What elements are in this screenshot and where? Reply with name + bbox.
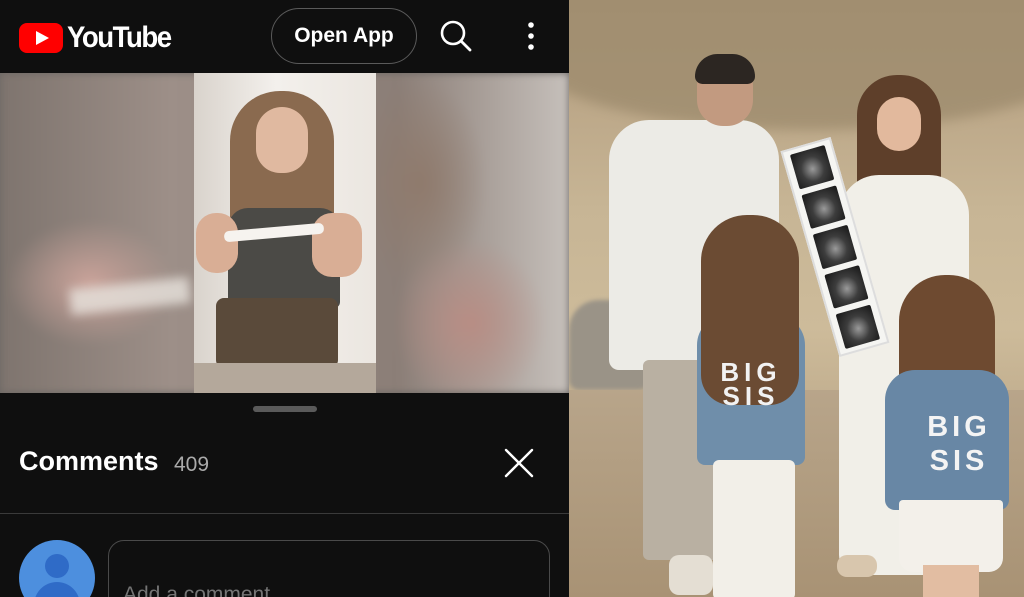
shirt-text-right: BIG SIS	[927, 411, 991, 477]
more-vert-icon[interactable]	[515, 18, 547, 54]
open-app-button[interactable]: Open App	[271, 8, 417, 64]
youtube-logo[interactable]: YouTube	[19, 21, 180, 55]
video-frame	[194, 73, 376, 393]
shirt-text-left: BIG SIS	[720, 357, 782, 411]
search-icon[interactable]	[438, 18, 474, 54]
girl-figure-right: BIG SIS	[879, 275, 1019, 597]
add-comment-input[interactable]	[108, 540, 550, 597]
comments-count: 409	[174, 453, 210, 476]
top-app-bar: YouTube Open App	[0, 0, 569, 73]
drag-handle[interactable]	[253, 406, 317, 412]
avatar-icon	[19, 540, 95, 597]
logo-text: YouTube	[67, 21, 172, 54]
divider	[0, 513, 569, 514]
youtube-mobile-view: YouTube Open App Comments 409	[0, 0, 569, 597]
youtube-logo-icon	[19, 23, 63, 53]
comments-title: Comments	[19, 446, 159, 476]
family-photo: BIG SIS BIG SIS	[569, 0, 1024, 597]
close-icon[interactable]	[501, 445, 537, 481]
girl-figure-left: BIG SIS	[679, 215, 819, 597]
video-player[interactable]	[0, 73, 569, 393]
